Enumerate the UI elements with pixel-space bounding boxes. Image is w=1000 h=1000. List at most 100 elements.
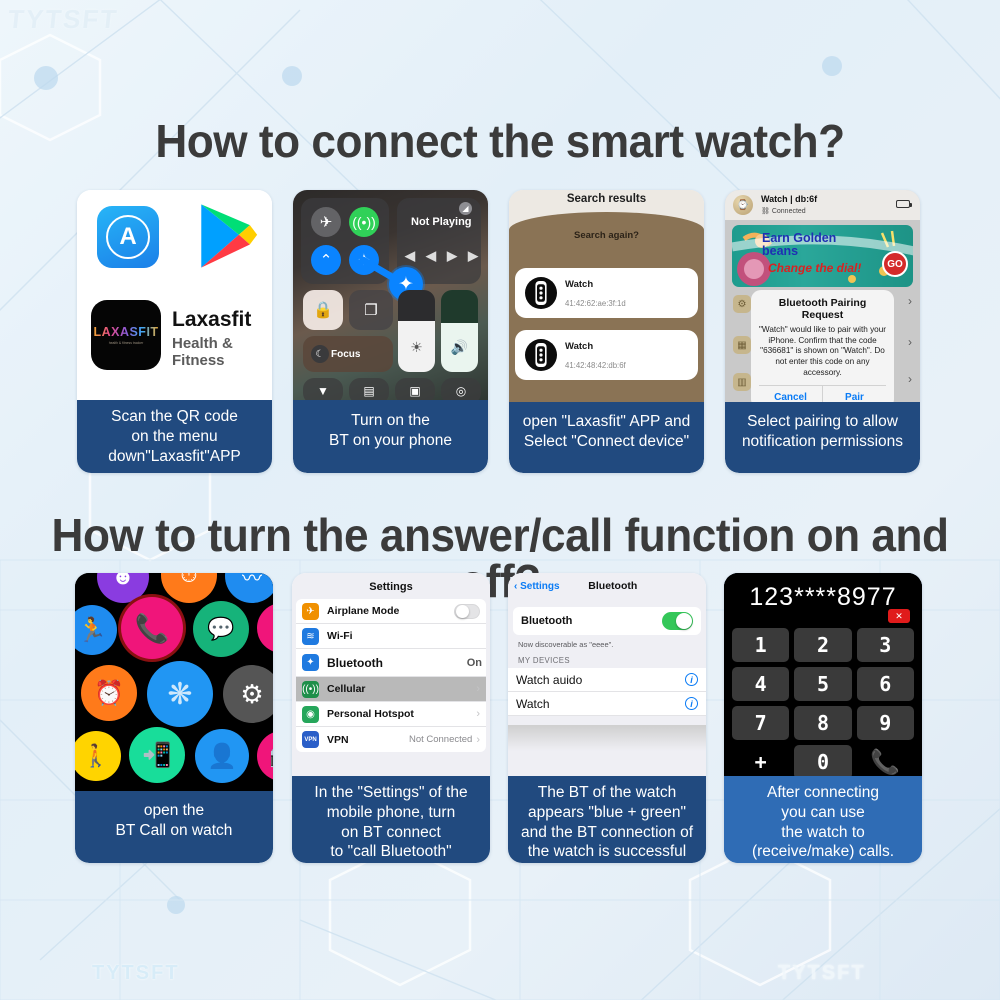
key-0[interactable]: 0	[794, 745, 852, 776]
app-icon-blue-top[interactable]: 〰	[225, 573, 273, 603]
control-center-screenshot: ✈ ((•)) ⌃ ✦ Not Playing ◀◀▶▶▶ ◢ ✦ 🔒 ❐ Fo…	[293, 190, 488, 400]
key-4[interactable]: 4	[732, 667, 790, 701]
caption-line: open the	[143, 802, 205, 819]
wifi-icon[interactable]: ⌃	[311, 245, 341, 275]
device-list-item[interactable]: Watch 41:42:62:ae:3f:1d	[515, 268, 698, 318]
caption-line: Scan the QR code	[111, 408, 238, 425]
calculator-icon[interactable]: ▣	[395, 378, 435, 400]
page-title: Bluetooth	[588, 580, 638, 592]
search-again-button[interactable]: Search again?	[509, 230, 704, 241]
chevron-right-icon: ›	[476, 683, 480, 695]
call-icon[interactable]: 📞	[857, 745, 914, 776]
key-plus[interactable]: +	[732, 745, 789, 776]
caption-line: mobile phone, turn	[326, 803, 456, 821]
vpn-state: Not Connected	[408, 734, 473, 745]
settings-row-vpn[interactable]: VPN VPN Not Connected ›	[296, 727, 486, 752]
phone-icon[interactable]: 📞	[121, 597, 183, 659]
camera-icon[interactable]: 📷	[257, 731, 273, 781]
key-6[interactable]: 6	[856, 667, 914, 701]
chevron-right-icon[interactable]: ›	[908, 294, 912, 308]
caption-line: the watch to	[781, 823, 865, 841]
card-caption: After connecting you can use the watch t…	[724, 776, 922, 863]
bluetooth-toggle-row[interactable]: Bluetooth	[513, 607, 701, 635]
rotation-lock-icon[interactable]: 🔒	[303, 290, 343, 330]
chevron-right-icon[interactable]: ›	[908, 335, 912, 349]
backspace-icon[interactable]: ✕	[888, 609, 910, 623]
battery-icon	[896, 200, 912, 208]
card-caption: Scan the QR code on the menu down"Laxasf…	[77, 400, 272, 473]
row-label: Bluetooth	[327, 655, 383, 670]
app-category: Health & Fitness	[172, 335, 233, 369]
banner-go-button[interactable]: GO	[882, 251, 908, 277]
app-icon-orange-top[interactable]: ⏱	[161, 573, 217, 603]
settings-row-cellular[interactable]: ((•)) Cellular ›	[296, 677, 486, 702]
key-2[interactable]: 2	[794, 628, 852, 662]
card-caption: open the BT Call on watch	[75, 791, 273, 863]
caption-line: you can use	[781, 803, 865, 821]
caption-line: Select "Connect device"	[523, 432, 690, 450]
card-caption: The BT of the watch appears "blue + gree…	[508, 776, 706, 863]
info-icon[interactable]: i	[685, 673, 698, 686]
promo-banner[interactable]: Earn Golden beans Change the dial! GO	[732, 225, 913, 287]
wifi-icon: ≋	[302, 627, 319, 645]
key-1[interactable]: 1	[732, 628, 790, 662]
screen-mirroring-icon[interactable]: ❐	[349, 290, 393, 330]
app-store-icon[interactable]: A	[97, 206, 159, 268]
settings-gear-icon[interactable]: ⚙	[223, 665, 273, 723]
settings-group: ✈ Airplane Mode ≋ Wi-Fi ✦ Bluetooth On (…	[296, 599, 486, 752]
airplane-mode-icon[interactable]: ✈	[311, 207, 341, 237]
media-controls[interactable]: ◀◀▶▶▶	[405, 248, 488, 264]
google-play-icon[interactable]	[197, 202, 259, 270]
settings-row-airplane[interactable]: ✈ Airplane Mode	[296, 599, 486, 624]
caption-line: notification permissions	[741, 432, 904, 450]
caption-line: BT Call on watch	[115, 821, 233, 839]
contacts-icon[interactable]: 👤	[195, 729, 249, 783]
device-row[interactable]: Watch i	[508, 692, 706, 716]
bluetooth-toggle[interactable]	[662, 612, 693, 630]
key-3[interactable]: 3	[856, 628, 914, 662]
flashlight-icon[interactable]: ▼	[303, 378, 343, 400]
running-icon[interactable]: 🏃	[75, 605, 117, 655]
device-list-item[interactable]: Watch 41:42:48:42:db:6f	[515, 330, 698, 380]
cancel-button[interactable]: Cancel	[759, 386, 823, 402]
app-store-card: A LAXASFIT health & fitness tracker Laxa…	[77, 190, 272, 473]
info-icon[interactable]: i	[685, 697, 698, 710]
phone-call-icon[interactable]: 📲	[129, 727, 185, 783]
walking-icon[interactable]: 🚶	[75, 731, 121, 781]
cellular-icon[interactable]: ((•))	[349, 207, 379, 237]
caption-line: the watch is successful	[527, 843, 687, 861]
device-name: Watch	[565, 278, 594, 290]
device-name: Watch auido	[516, 672, 583, 687]
device-mac: 41:42:62:ae:3f:1d	[565, 298, 626, 308]
callout-connector	[359, 256, 401, 284]
key-8[interactable]: 8	[794, 706, 852, 740]
settings-row-wifi[interactable]: ≋ Wi-Fi	[296, 624, 486, 649]
heart-icon[interactable]: ♥	[257, 603, 273, 653]
airplay-icon[interactable]: ◢	[459, 202, 472, 215]
back-button[interactable]: ‹ Settings	[514, 581, 560, 592]
app-store-screenshot: A LAXASFIT health & fitness tracker Laxa…	[77, 190, 272, 400]
paired-device-name: Watch | db:6f ⛓ Connected	[761, 194, 817, 217]
flower-icon[interactable]: ❋	[147, 661, 213, 727]
alarm-icon[interactable]: ⏰	[81, 665, 137, 721]
key-9[interactable]: 9	[856, 706, 914, 740]
pair-button[interactable]: Pair	[823, 386, 886, 402]
key-7[interactable]: 7	[732, 706, 790, 740]
device-row[interactable]: Watch auido i	[508, 668, 706, 692]
timer-icon[interactable]: ▤	[349, 378, 389, 400]
card-caption: In the "Settings" of the mobile phone, t…	[292, 776, 490, 863]
key-5[interactable]: 5	[794, 667, 852, 701]
brightness-slider[interactable]: ☀	[398, 290, 435, 372]
settings-row-bluetooth[interactable]: ✦ Bluetooth On	[296, 649, 486, 677]
settings-row-hotspot[interactable]: ◉ Personal Hotspot ›	[296, 702, 486, 727]
volume-slider[interactable]: 🔊	[441, 290, 478, 372]
keypad: 1 2 3 4 5 6 7 8 9 + 0 📞	[732, 628, 914, 776]
chevron-right-icon[interactable]: ›	[908, 372, 912, 386]
messages-icon[interactable]: 💬	[193, 601, 249, 657]
caption-line: on BT connect	[341, 823, 441, 841]
list-fade	[508, 725, 706, 751]
app-name: Laxasfit	[172, 308, 252, 331]
camera-icon[interactable]: ◎	[441, 378, 481, 400]
pairing-request-card: ⌚ Watch | db:6f ⛓ Connected Earn Golden …	[725, 190, 920, 473]
airplane-toggle[interactable]	[454, 603, 480, 619]
